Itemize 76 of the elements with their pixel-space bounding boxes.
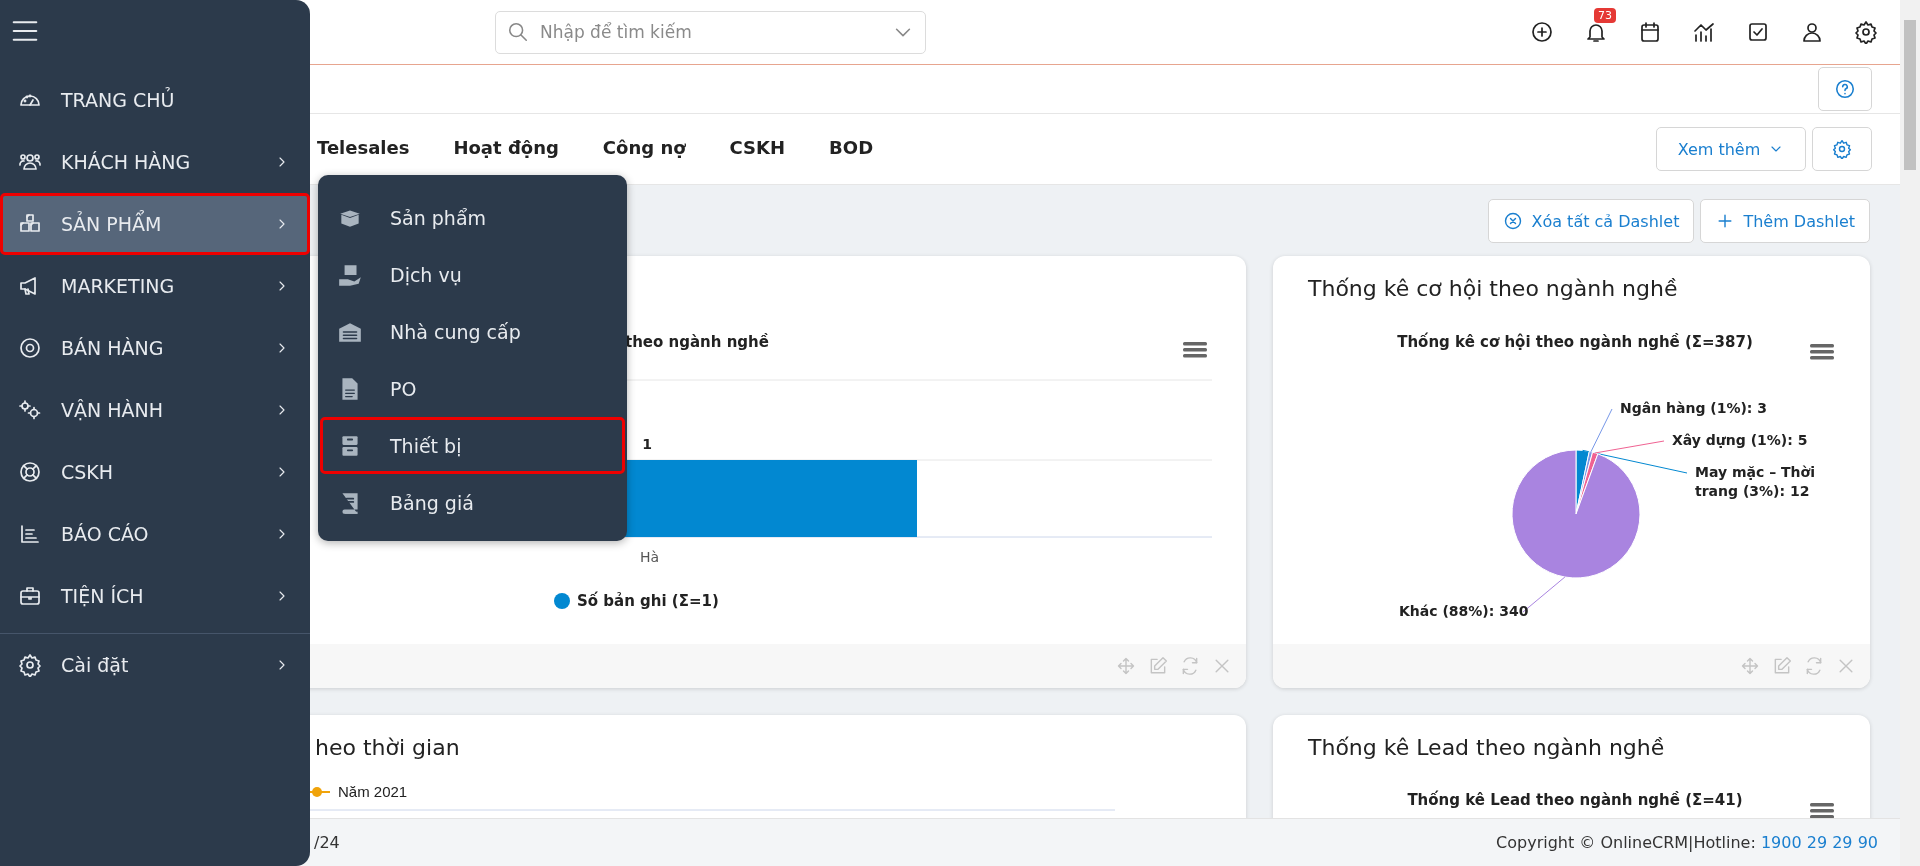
sidebar-item[interactable]: CSKH xyxy=(0,441,310,503)
help-button[interactable] xyxy=(1818,67,1872,111)
settings-icon xyxy=(1854,20,1878,44)
dashlet-title: Thống kê cơ hội theo ngành nghề xyxy=(1308,276,1678,301)
edit-icon xyxy=(1772,656,1792,676)
data-label: Xây dựng (1%): 5 xyxy=(1672,431,1808,450)
reports-button[interactable] xyxy=(1692,20,1716,44)
data-label: Khác (88%): 340 xyxy=(1399,602,1529,621)
copyright-text: Copyright © OnlineCRM|Hotline: xyxy=(1496,833,1757,852)
user-button[interactable] xyxy=(1800,20,1824,44)
clear-dashlets-button[interactable]: Xóa tất cả Dashlet xyxy=(1488,199,1695,243)
sidebar-item[interactable]: TRANG CHỦ xyxy=(0,69,310,131)
axis-label: Hà xyxy=(640,549,660,565)
settings-icon xyxy=(18,653,42,677)
sidebar-item[interactable]: BÁO CÁO xyxy=(0,503,310,565)
legend-label[interactable]: Số bản ghi (Σ=1) xyxy=(577,592,719,610)
gears-icon xyxy=(18,398,42,422)
sidebar-item[interactable]: TIỆN ÍCH xyxy=(0,565,310,627)
submenu-item[interactable]: Dịch vụ xyxy=(320,246,625,303)
submenu-item[interactable]: Sản phẩm xyxy=(320,189,625,246)
plus-circle-icon xyxy=(1530,20,1554,44)
tab[interactable]: Công nợ xyxy=(602,129,686,169)
user-icon xyxy=(1800,20,1824,44)
menu-icon[interactable] xyxy=(1810,344,1834,360)
tasks-button[interactable] xyxy=(1746,20,1770,44)
edit-icon xyxy=(1148,656,1168,676)
legend-label[interactable]: Năm 2021 xyxy=(338,783,408,800)
target-icon xyxy=(18,336,42,360)
submenu-item[interactable]: Bảng giá xyxy=(320,474,625,531)
tab[interactable]: CSKH xyxy=(729,129,786,169)
sidebar-item[interactable]: KHÁCH HÀNG xyxy=(0,131,310,193)
submenu-item[interactable]: Thiết bị xyxy=(320,417,625,474)
hotline-link[interactable]: 1900 29 29 90 xyxy=(1760,833,1878,852)
sidebar-item[interactable]: VẬN HÀNH xyxy=(0,379,310,441)
chart-title: Thống kê Lead theo ngành nghề (Σ=41) xyxy=(1407,791,1743,809)
move-icon xyxy=(1116,656,1136,676)
chart-title: Thống kê cơ hội theo ngành nghề (Σ=387) xyxy=(1397,333,1753,351)
add-button[interactable] xyxy=(1530,20,1554,44)
data-label: 1 xyxy=(642,436,652,452)
refresh-icon xyxy=(1180,656,1200,676)
calendar-button[interactable] xyxy=(1638,20,1662,44)
sidebar-item[interactable]: MARKETING xyxy=(0,255,310,317)
submenu-item[interactable]: Nhà cung cấp xyxy=(320,303,625,360)
help-icon xyxy=(1834,78,1856,100)
settings-button[interactable] xyxy=(1854,20,1878,44)
data-label: May mặc – Thời trang (3%): 12 xyxy=(1695,463,1816,501)
menu-icon[interactable] xyxy=(1183,342,1207,358)
chart-title: theo ngành nghề xyxy=(625,333,769,351)
refresh-icon xyxy=(1804,656,1824,676)
menu-icon[interactable] xyxy=(1810,803,1834,818)
chart-icon xyxy=(1692,20,1716,44)
bar-list-icon xyxy=(18,522,42,546)
dashlet-title: heo thời gian xyxy=(315,735,460,760)
footer-text: /24 xyxy=(314,833,341,852)
briefcase-icon xyxy=(18,584,42,608)
scrollbar[interactable] xyxy=(1900,0,1920,866)
dashlet-title: Thống kê Lead theo ngành nghề xyxy=(1308,735,1665,760)
tab[interactable]: Hoạt động xyxy=(453,129,559,169)
sidebar-item[interactable]: SẢN PHẨM xyxy=(0,193,310,255)
add-dashlet-button[interactable]: Thêm Dashlet xyxy=(1700,199,1870,243)
search-icon xyxy=(507,20,529,43)
move-icon xyxy=(1740,656,1760,676)
more-button[interactable]: Xem thêm xyxy=(1656,127,1806,171)
close-circle-icon xyxy=(1503,211,1524,231)
settings-icon xyxy=(1832,139,1852,159)
data-label: Ngân hàng (1%): 3 xyxy=(1620,399,1768,418)
tab[interactable]: Telesales xyxy=(317,129,410,169)
calendar-icon xyxy=(1638,20,1662,44)
checkbox-icon xyxy=(1746,20,1770,44)
submenu-item[interactable]: PO xyxy=(320,360,625,417)
lifebuoy-icon xyxy=(18,460,42,484)
notification-badge: 73 xyxy=(1594,8,1616,23)
sidebar-item[interactable]: BÁN HÀNG xyxy=(0,317,310,379)
tab[interactable]: BOD xyxy=(829,129,874,169)
sidebar-item[interactable]: Cài đặt xyxy=(0,634,310,696)
search-field[interactable]: Nhập để tìm kiếm xyxy=(495,10,926,54)
